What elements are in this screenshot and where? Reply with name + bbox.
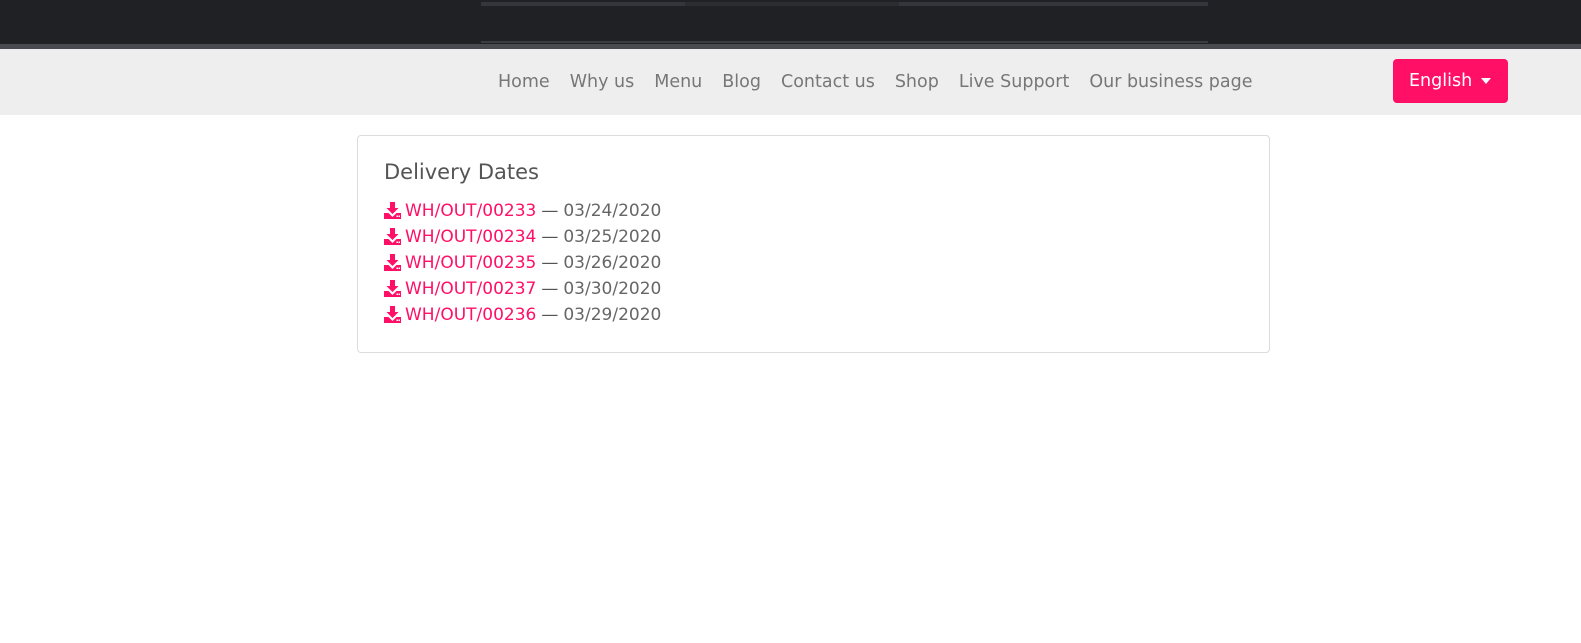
list-item: WH/OUT/00233 — 03/24/2020	[384, 198, 661, 224]
navbar: Home Why us Menu Blog Contact us Shop Li…	[0, 49, 1581, 115]
separator-dash: —	[541, 227, 559, 247]
delivery-date: 03/25/2020	[563, 227, 662, 247]
delivery-date: 03/30/2020	[563, 279, 662, 299]
delivery-ref-link[interactable]: WH/OUT/00235	[405, 250, 536, 276]
download-icon[interactable]	[384, 305, 401, 323]
delivery-date: 03/26/2020	[563, 253, 662, 273]
delivery-ref-link[interactable]: WH/OUT/00236	[405, 302, 536, 328]
separator-dash: —	[541, 253, 559, 273]
separator-dash: —	[541, 279, 559, 299]
list-item: WH/OUT/00237 — 03/30/2020	[384, 276, 661, 302]
nav-link-business-page[interactable]: Our business page	[1089, 72, 1252, 92]
list-item: WH/OUT/00235 — 03/26/2020	[384, 250, 661, 276]
delivery-ref-link[interactable]: WH/OUT/00233	[405, 198, 536, 224]
separator-dash: —	[541, 305, 559, 325]
separator-dash: —	[541, 201, 559, 221]
download-icon[interactable]	[384, 253, 401, 271]
list-item: WH/OUT/00236 — 03/29/2020	[384, 302, 661, 328]
nav-link-menu[interactable]: Menu	[654, 72, 702, 92]
delivery-ref-link[interactable]: WH/OUT/00237	[405, 276, 536, 302]
caret-down-icon	[1481, 78, 1491, 84]
delivery-list: WH/OUT/00233 — 03/24/2020 WH/OUT/00234 —…	[384, 198, 661, 328]
nav-link-contact-us[interactable]: Contact us	[781, 72, 875, 92]
delivery-date: 03/24/2020	[563, 201, 662, 221]
nav-link-why-us[interactable]: Why us	[570, 72, 635, 92]
nav-link-live-support[interactable]: Live Support	[959, 72, 1069, 92]
language-dropdown-button[interactable]: English	[1393, 59, 1508, 103]
list-item: WH/OUT/00234 — 03/25/2020	[384, 224, 661, 250]
download-icon[interactable]	[384, 227, 401, 245]
language-label: English	[1409, 71, 1473, 91]
card-title: Delivery Dates	[384, 160, 539, 184]
top-bar-underline	[481, 41, 1208, 43]
nav-links: Home Why us Menu Blog Contact us Shop Li…	[498, 49, 1253, 115]
nav-link-blog[interactable]: Blog	[722, 72, 761, 92]
top-bar-strip-segment	[685, 2, 899, 6]
delivery-date: 03/29/2020	[563, 305, 662, 325]
delivery-dates-card: Delivery Dates WH/OUT/00233 — 03/24/2020…	[357, 135, 1270, 353]
download-icon[interactable]	[384, 279, 401, 297]
browser-top-bar	[0, 0, 1581, 44]
delivery-ref-link[interactable]: WH/OUT/00234	[405, 224, 536, 250]
download-icon[interactable]	[384, 201, 401, 219]
nav-link-home[interactable]: Home	[498, 72, 550, 92]
nav-link-shop[interactable]: Shop	[895, 72, 939, 92]
